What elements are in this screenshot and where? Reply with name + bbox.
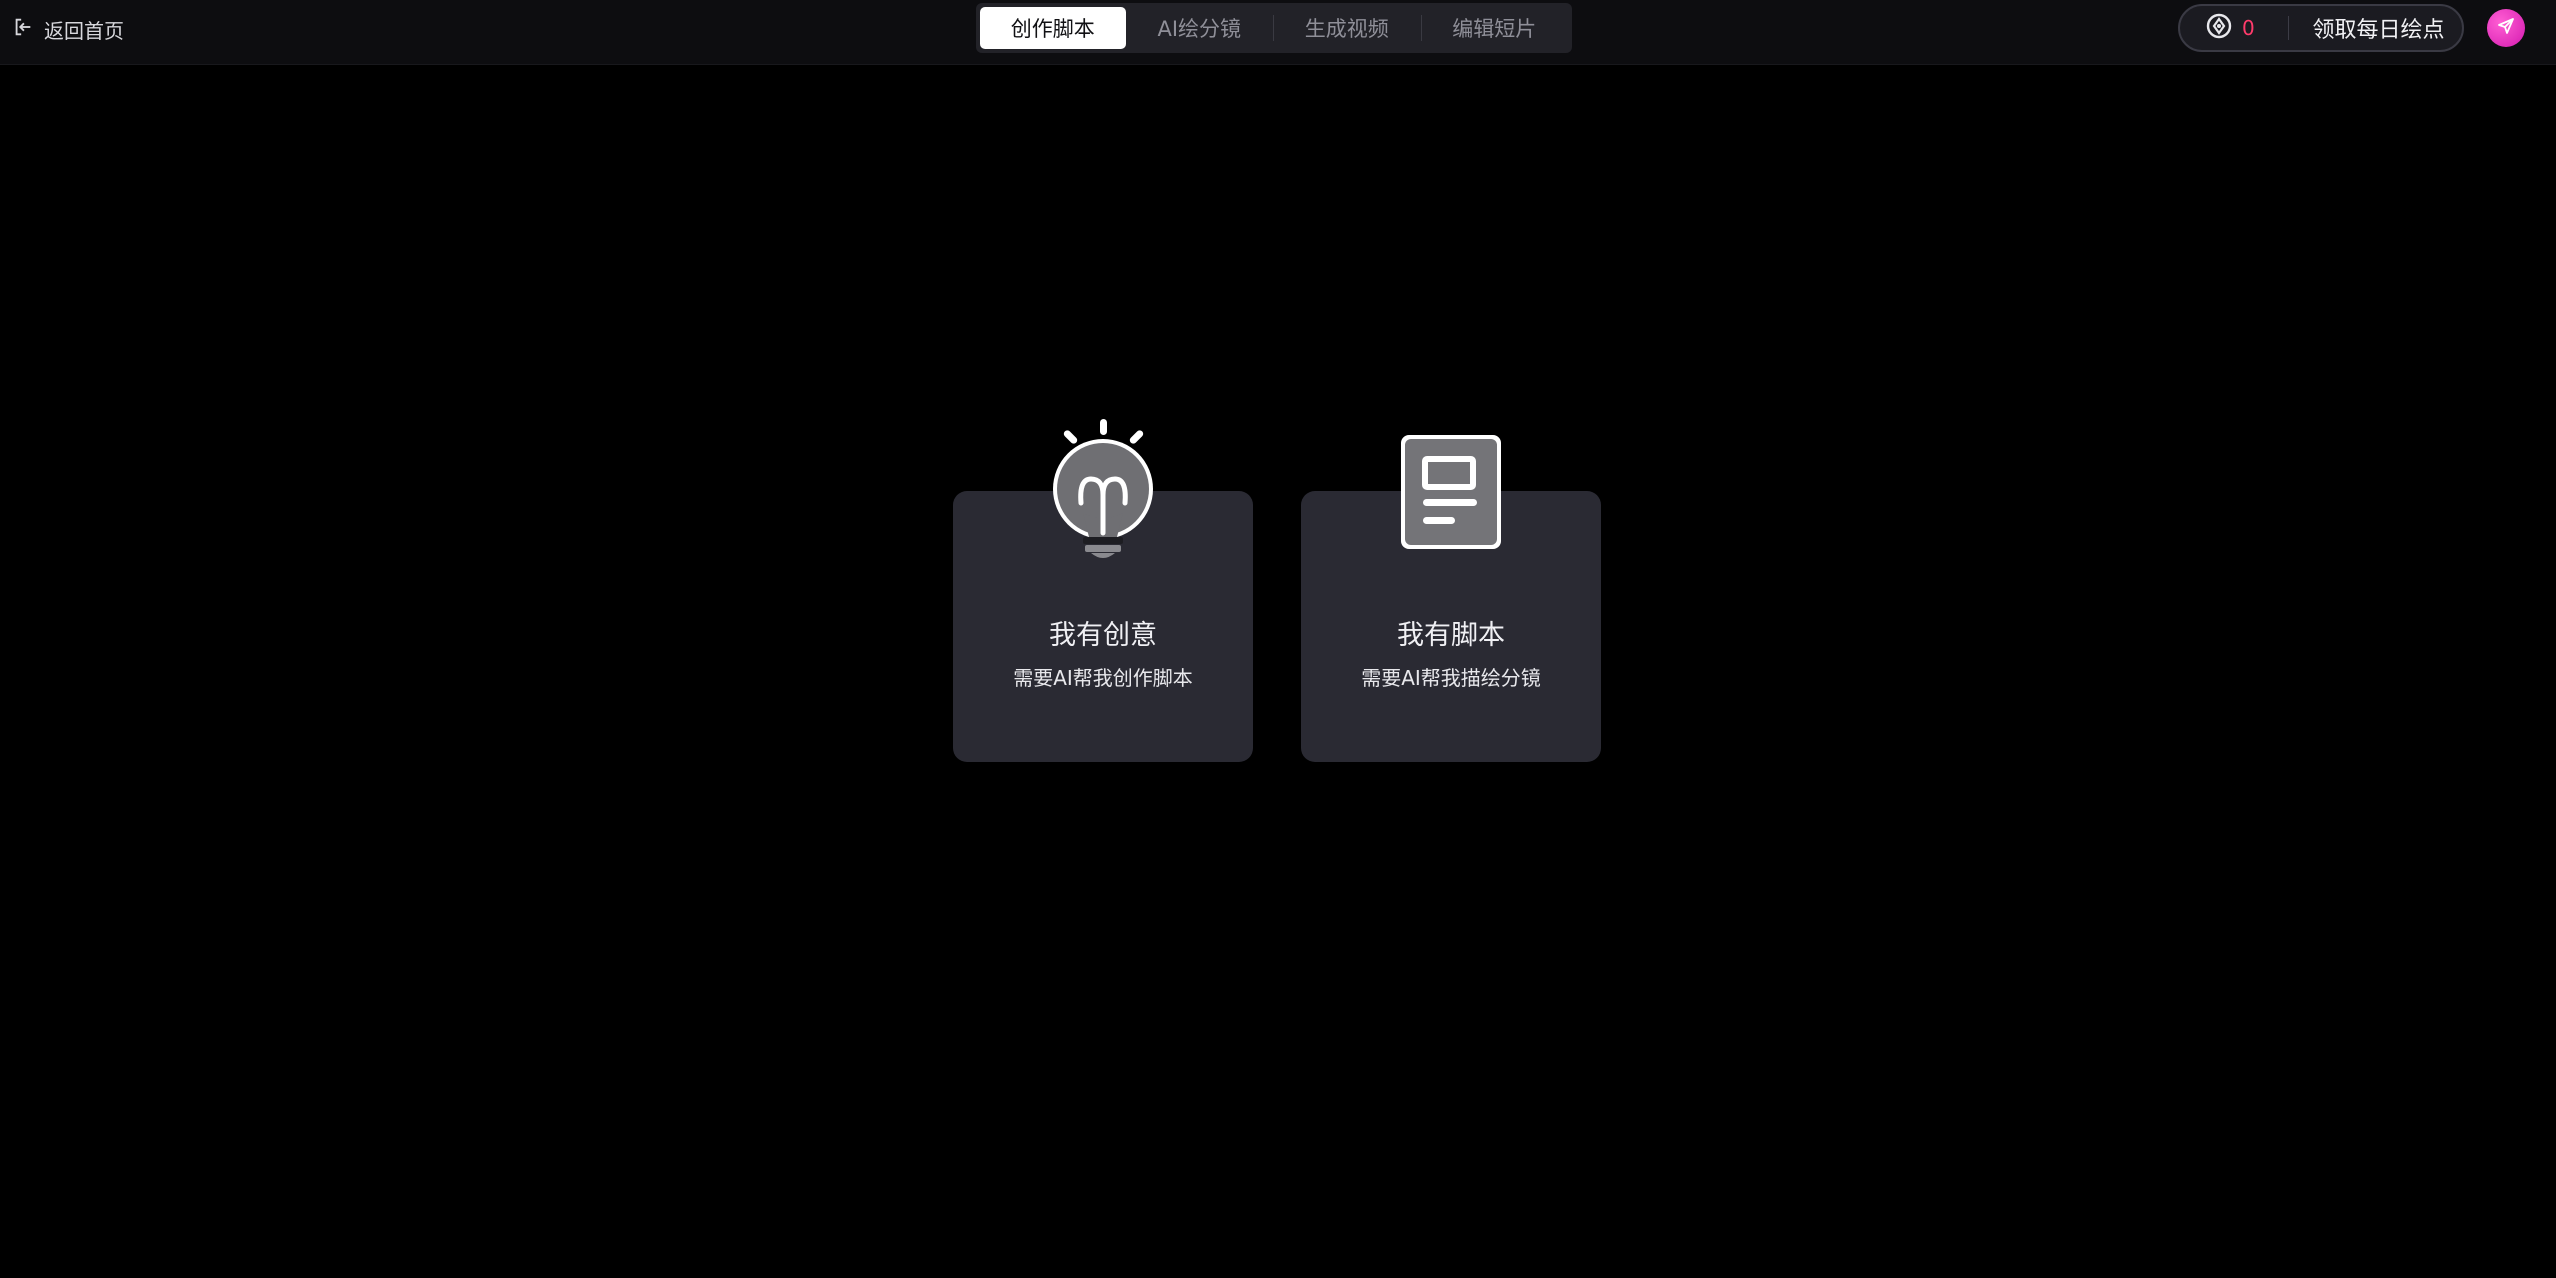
lightbulb-icon: [1047, 415, 1159, 569]
tab-ai-storyboard[interactable]: AI绘分镜: [1127, 7, 1273, 49]
idea-card-description: 需要AI帮我创作脚本: [1013, 666, 1193, 690]
tab-edit-short[interactable]: 编辑短片: [1422, 7, 1568, 49]
top-bar: 返回首页 创作脚本 AI绘分镜 生成视频 编辑短片 0 领取每日绘点: [0, 0, 2556, 65]
back-home-label: 返回首页: [44, 18, 124, 43]
mode-tabs: 创作脚本 AI绘分镜 生成视频 编辑短片: [976, 3, 1572, 53]
back-home-button[interactable]: 返回首页: [12, 14, 124, 44]
points-balance: 0: [2180, 13, 2288, 43]
script-card[interactable]: 我有脚本 需要AI帮我描绘分镜: [1301, 435, 1601, 762]
document-icon: [1399, 433, 1503, 555]
script-card-description: 需要AI帮我描绘分镜: [1361, 666, 1541, 690]
points-count: 0: [2242, 16, 2255, 40]
idea-card[interactable]: 我有创意 需要AI帮我创作脚本: [953, 419, 1253, 762]
claim-daily-points-button[interactable]: 领取每日绘点: [2289, 12, 2462, 44]
script-card-title: 我有脚本: [1397, 620, 1505, 651]
exit-icon: [12, 16, 34, 43]
points-pill: 0 领取每日绘点: [2178, 4, 2464, 52]
paper-plane-icon: [2496, 16, 2516, 40]
tab-generate-video[interactable]: 生成视频: [1274, 7, 1420, 49]
avatar[interactable]: [2487, 9, 2525, 47]
coin-icon: [2206, 13, 2232, 43]
tab-create-script[interactable]: 创作脚本: [980, 7, 1126, 49]
idea-card-title: 我有创意: [1049, 620, 1157, 651]
